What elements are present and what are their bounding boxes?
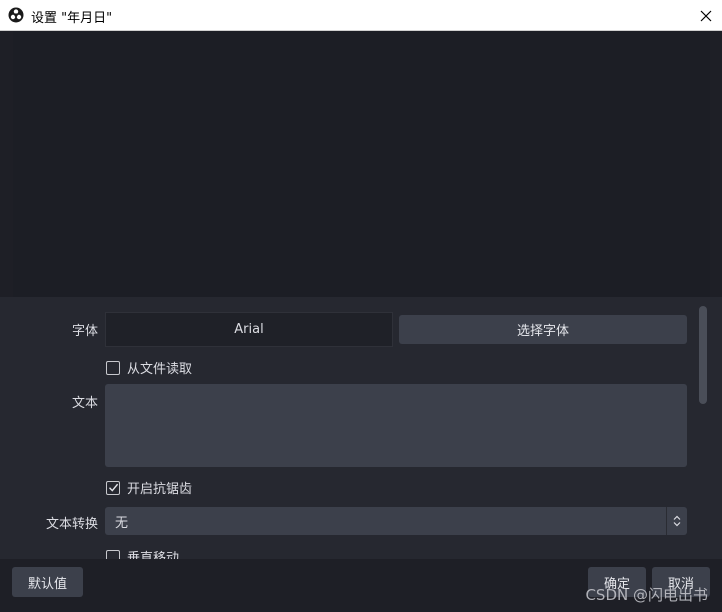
close-icon [700,10,712,21]
text-label: 文本 [71,396,98,411]
text-transform-label: 文本转换 [45,517,98,532]
text-transform-value: 无 [115,515,129,531]
vertical-label: 垂直移动 [127,551,180,559]
preview-area [0,31,722,297]
obs-logo-icon [8,7,24,23]
checkmark-icon [108,483,118,492]
window-title: 设置 "年月日" [31,11,113,26]
font-name-display: Arial [105,312,393,347]
updown-chevron-icon [666,507,687,535]
vertical-checkbox[interactable]: 垂直移动 [106,547,179,559]
checkbox-box [106,480,120,495]
text-input[interactable] [105,384,687,467]
antialias-label: 开启抗锯齿 [127,482,193,497]
ok-button[interactable]: 确定 [588,567,646,597]
antialias-checkbox[interactable]: 开启抗锯齿 [106,478,192,497]
select-font-button[interactable]: 选择字体 [399,315,687,344]
dialog-footer: 默认值 确定 取消 CSDN @闪电出书 [0,559,722,612]
close-button[interactable] [690,0,722,31]
checkbox-box [106,360,120,375]
cancel-button[interactable]: 取消 [652,567,710,597]
scrollbar[interactable] [697,303,709,553]
properties-panel: 字体 Arial 选择字体 从文件读取 文本 开启抗锯齿 文本转换 无 垂直移动 [0,297,722,559]
font-label: 字体 [71,324,98,339]
text-transform-select[interactable]: 无 [105,507,687,535]
scrollbar-thumb[interactable] [699,306,707,404]
checkbox-box [106,549,120,559]
read-from-file-checkbox[interactable]: 从文件读取 [106,358,192,377]
title-bar: 设置 "年月日" [0,0,722,31]
defaults-button[interactable]: 默认值 [12,567,83,597]
read-from-file-label: 从文件读取 [127,362,193,377]
preview-canvas [13,31,710,297]
